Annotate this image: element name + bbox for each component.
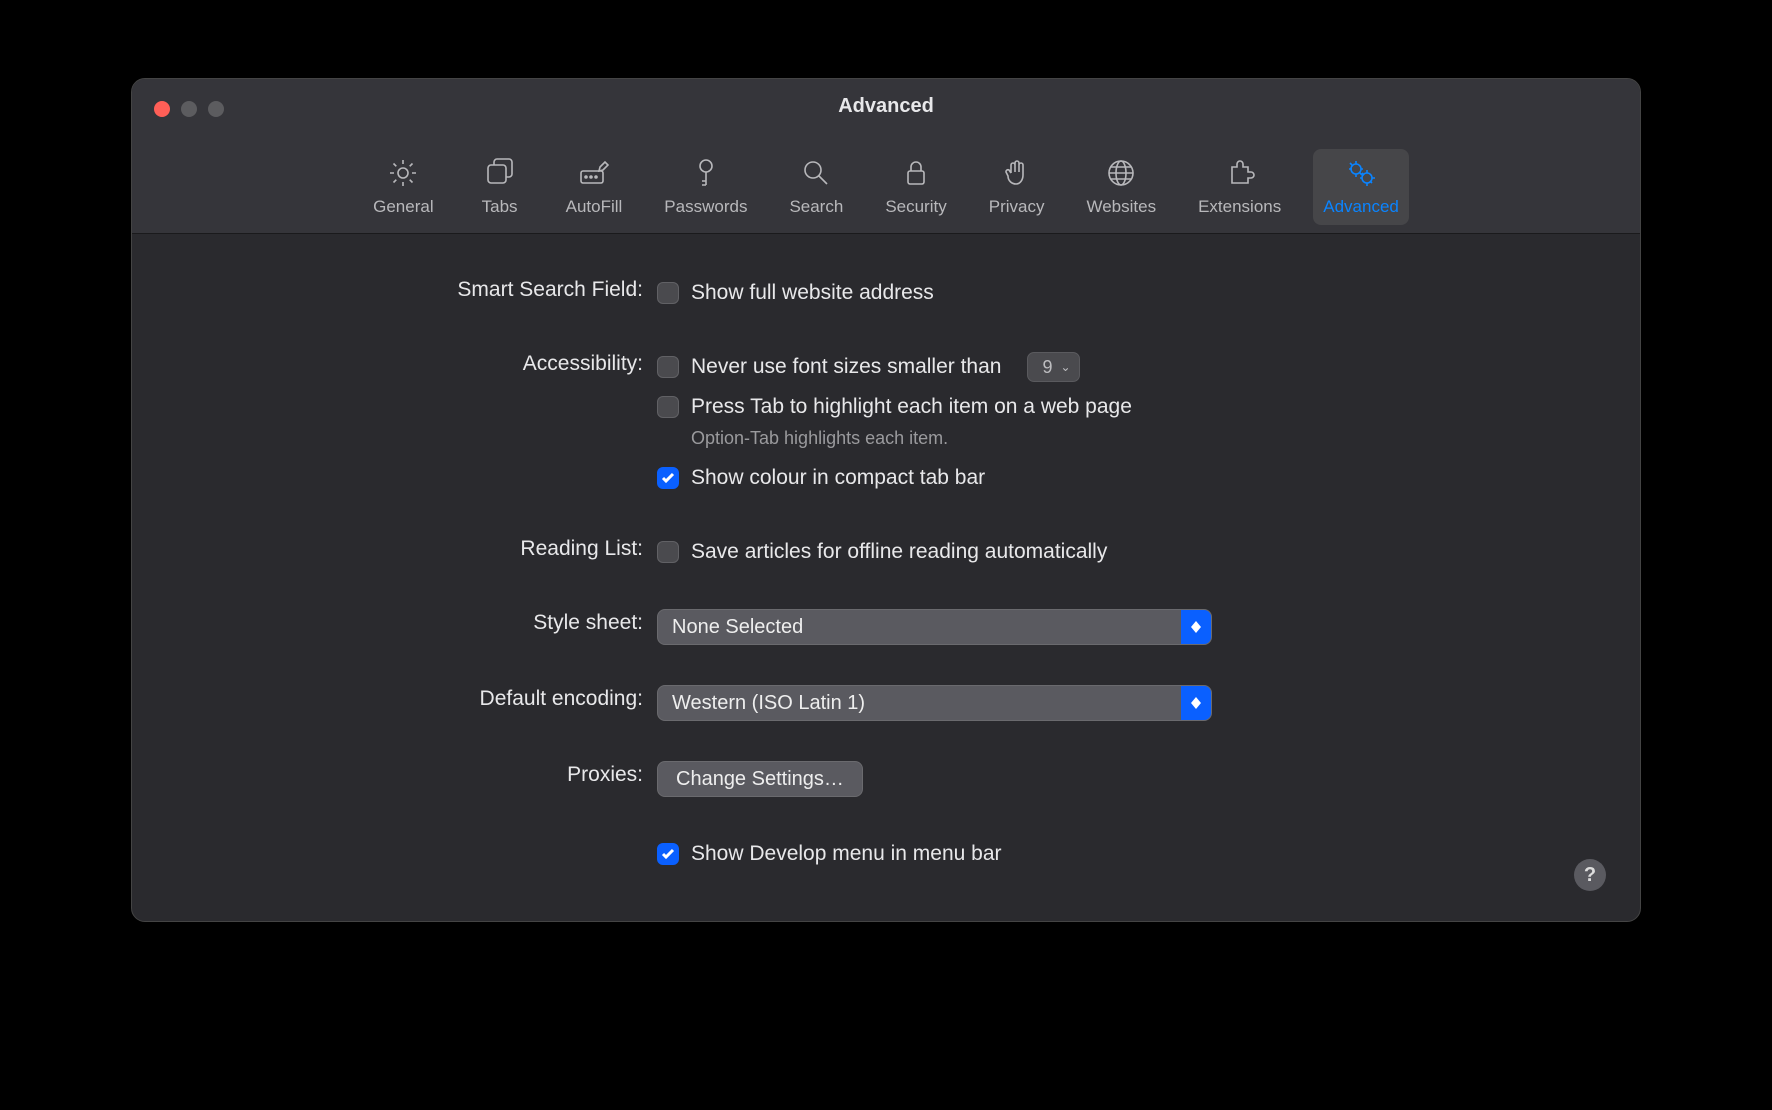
default-encoding-label: Default encoding: [182, 685, 657, 711]
change-settings-text: Change Settings… [676, 768, 844, 791]
tab-privacy[interactable]: Privacy [979, 149, 1055, 225]
updown-icon [1181, 686, 1211, 720]
tabs-icon [482, 155, 518, 191]
save-offline-checkbox[interactable] [657, 541, 679, 563]
advanced-pane: Smart Search Field: Show full website ad… [132, 234, 1640, 921]
tab-websites[interactable]: Websites [1076, 149, 1166, 225]
smart-search-label: Smart Search Field: [182, 276, 657, 302]
puzzle-icon [1222, 155, 1258, 191]
accessibility-label: Accessibility: [182, 350, 657, 376]
press-tab-text: Press Tab to highlight each item on a we… [691, 395, 1132, 419]
tab-autofill[interactable]: AutoFill [556, 149, 633, 225]
style-sheet-select[interactable]: None Selected [657, 609, 1212, 645]
tab-general[interactable]: General [363, 149, 443, 225]
save-offline-text: Save articles for offline reading automa… [691, 540, 1107, 564]
show-full-address-text: Show full website address [691, 281, 934, 305]
tab-label: Websites [1086, 197, 1156, 217]
press-tab-checkbox[interactable] [657, 396, 679, 418]
min-font-size-value: 9 [1042, 357, 1052, 378]
chevron-down-icon: ⌄ [1060, 360, 1070, 374]
develop-menu-checkbox[interactable] [657, 843, 679, 865]
help-button[interactable]: ? [1574, 859, 1606, 891]
default-encoding-select[interactable]: Western (ISO Latin 1) [657, 685, 1212, 721]
tab-advanced[interactable]: Advanced [1313, 149, 1409, 225]
hand-icon [999, 155, 1035, 191]
gear-icon [385, 155, 421, 191]
tab-label: Advanced [1323, 197, 1399, 217]
tab-label: General [373, 197, 433, 217]
tab-label: Tabs [482, 197, 518, 217]
tab-label: Security [885, 197, 946, 217]
option-tab-hint: Option-Tab highlights each item. [657, 428, 1590, 449]
updown-icon [1181, 610, 1211, 644]
preferences-window: Advanced General Tabs AutoFill [131, 78, 1641, 922]
default-encoding-value: Western (ISO Latin 1) [658, 692, 865, 715]
min-font-size-select[interactable]: 9 ⌄ [1027, 352, 1079, 382]
show-colour-checkbox[interactable] [657, 467, 679, 489]
tab-label: Search [789, 197, 843, 217]
titlebar: Advanced General Tabs AutoFill [132, 79, 1640, 234]
tab-search[interactable]: Search [779, 149, 853, 225]
tab-tabs[interactable]: Tabs [466, 149, 534, 225]
pencil-field-icon [576, 155, 612, 191]
show-full-address-checkbox[interactable] [657, 282, 679, 304]
reading-list-label: Reading List: [182, 535, 657, 561]
preferences-toolbar: General Tabs AutoFill Passwords [132, 149, 1640, 225]
style-sheet-value: None Selected [658, 616, 803, 639]
proxies-label: Proxies: [182, 761, 657, 787]
double-gear-icon [1343, 155, 1379, 191]
tab-passwords[interactable]: Passwords [654, 149, 757, 225]
help-icon: ? [1584, 864, 1596, 887]
magnifier-icon [798, 155, 834, 191]
window-title: Advanced [132, 95, 1640, 118]
change-settings-button[interactable]: Change Settings… [657, 761, 863, 797]
develop-menu-text: Show Develop menu in menu bar [691, 842, 1002, 866]
tab-label: Extensions [1198, 197, 1281, 217]
tab-extensions[interactable]: Extensions [1188, 149, 1291, 225]
min-font-size-checkbox[interactable] [657, 356, 679, 378]
key-icon [688, 155, 724, 191]
tab-label: Privacy [989, 197, 1045, 217]
min-font-size-text: Never use font sizes smaller than [691, 355, 1001, 379]
develop-spacer [182, 837, 657, 839]
style-sheet-label: Style sheet: [182, 609, 657, 635]
lock-icon [898, 155, 934, 191]
tab-label: Passwords [664, 197, 747, 217]
show-colour-text: Show colour in compact tab bar [691, 466, 985, 490]
tab-security[interactable]: Security [875, 149, 956, 225]
globe-icon [1103, 155, 1139, 191]
tab-label: AutoFill [566, 197, 623, 217]
